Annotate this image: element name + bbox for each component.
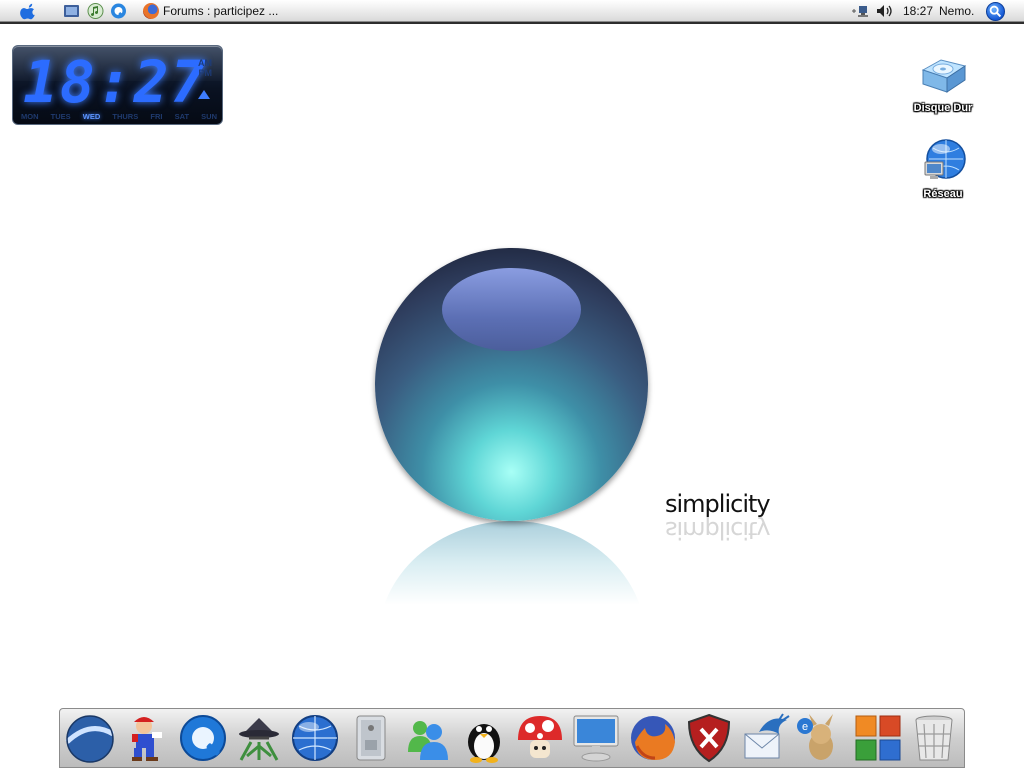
quicktime-icon[interactable] <box>177 712 229 764</box>
day-mon: MON <box>21 112 39 121</box>
widget-am: AM <box>198 58 212 68</box>
user-name[interactable]: Nemo. <box>939 4 974 18</box>
messenger-icon[interactable] <box>402 712 454 764</box>
linux-penguin-icon[interactable] <box>458 712 510 764</box>
mushroom-icon[interactable] <box>514 712 566 764</box>
mario-icon[interactable] <box>120 712 172 764</box>
network-status-icon[interactable] <box>852 4 872 18</box>
itunes-icon[interactable] <box>87 3 104 19</box>
day-fri: FRI <box>150 112 163 121</box>
menu-clock[interactable]: 18:27 <box>903 4 933 18</box>
firefox-icon[interactable] <box>627 712 679 764</box>
network-globe-icon <box>919 138 967 186</box>
day-sat: SAT <box>174 112 190 121</box>
sphere-reflection <box>378 521 646 641</box>
wallpaper-brand-text: simplicity <box>665 490 771 518</box>
volume-icon[interactable] <box>876 4 894 18</box>
desktop-icon-reseau[interactable]: Réseau <box>903 138 983 200</box>
day-thurs: THURS <box>112 112 139 121</box>
firefox-small-icon <box>143 3 159 19</box>
wallpaper-brand-reflection: simplicity <box>665 516 770 544</box>
desktop-icon-disque-dur[interactable]: Disque Dur <box>903 52 983 114</box>
quicktime-small-icon[interactable] <box>110 3 127 19</box>
dock: e <box>59 708 965 768</box>
desktop-shortcut-icon[interactable] <box>63 3 80 19</box>
display-icon[interactable] <box>570 712 622 764</box>
day-wed: WED <box>82 112 101 121</box>
day-tues: TUES <box>50 112 71 121</box>
google-earth-icon[interactable] <box>64 712 116 764</box>
desktop-icon-label: Réseau <box>923 188 963 200</box>
office-icon[interactable] <box>852 712 904 764</box>
mail-dragon-icon[interactable] <box>739 712 791 764</box>
network-globe-icon[interactable] <box>289 712 341 764</box>
widget-days: MON TUES WED THURS FRI SAT SUN <box>21 112 217 121</box>
taskbar-window-title: Forums : participez ... <box>163 4 279 18</box>
day-sun: SUN <box>201 112 217 121</box>
emule-icon[interactable]: e <box>795 712 847 764</box>
taskbar-window-button[interactable]: Forums : participez ... <box>143 2 278 20</box>
svg-text:e: e <box>802 721 808 733</box>
clock-widget[interactable]: 18:27 AM PM MON TUES WED THURS FRI SAT S… <box>12 45 223 125</box>
widget-ampm: AM PM <box>198 58 212 78</box>
security-shield-icon[interactable] <box>683 712 735 764</box>
menubar-shadow <box>0 22 1024 24</box>
hard-drive-icon <box>919 52 967 100</box>
widget-pm: PM <box>198 68 213 78</box>
spotlight-search-icon[interactable] <box>986 2 1005 21</box>
sphere-highlight <box>442 268 581 351</box>
menu-bar: Forums : participez ... 18:27 Nemo. <box>0 0 1024 22</box>
widget-time: 18:27 <box>23 48 208 116</box>
trash-icon[interactable] <box>908 712 960 764</box>
desktop-icon-label: Disque Dur <box>913 102 973 114</box>
apple-menu-icon[interactable] <box>20 2 38 20</box>
alarm-icon <box>198 90 210 99</box>
spy-agent-icon[interactable] <box>233 712 285 764</box>
power-mac-icon[interactable] <box>345 712 397 764</box>
wallpaper-sphere <box>375 248 648 521</box>
